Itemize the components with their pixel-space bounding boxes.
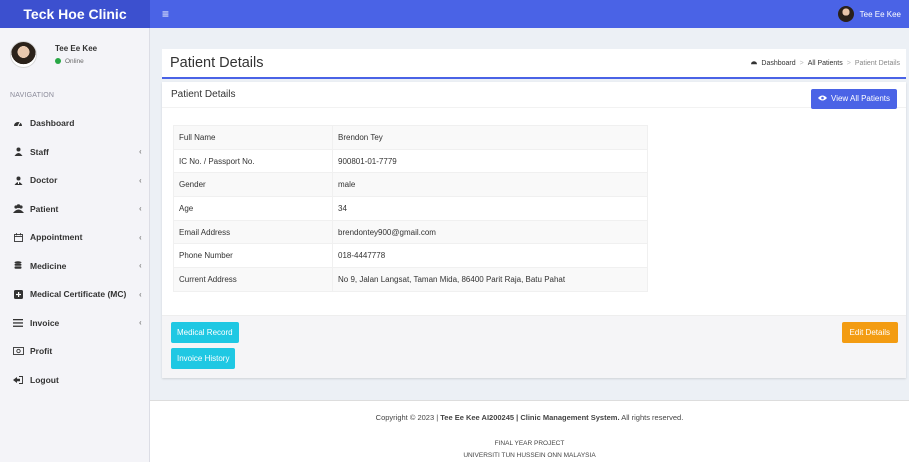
sidebar-item-label: Medicine xyxy=(30,260,67,271)
row-value: 018-4447778 xyxy=(332,243,648,269)
row-value: brendontey900@gmail.com xyxy=(332,219,648,245)
user-icon xyxy=(12,147,24,157)
brand-logo[interactable]: Teck Hoe Clinic xyxy=(0,0,150,28)
chevron-left-icon: ‹ xyxy=(139,204,142,214)
online-dot-icon xyxy=(55,58,61,64)
user-panel: Tee Ee Kee Online xyxy=(0,28,149,80)
page-title: Patient Details xyxy=(170,55,264,71)
table-row: Age 34 xyxy=(173,196,648,221)
page-footer: Copyright © 2023 | Tee Ee Kee AI200245 |… xyxy=(150,400,909,462)
sidebar-item-profit[interactable]: Profit xyxy=(0,337,149,366)
edit-details-button[interactable]: Edit Details xyxy=(841,322,898,343)
copyright-suffix: All rights reserved. xyxy=(619,413,684,422)
sidebar-item-medical-certificate[interactable]: Medical Certificate (MC) ‹ xyxy=(0,280,149,309)
dashboard-icon xyxy=(750,59,758,67)
row-label: Phone Number xyxy=(173,243,333,269)
table-row: Gender male xyxy=(173,172,648,198)
sidebar-item-label: Patient xyxy=(30,203,59,214)
status-text: Online xyxy=(65,57,84,65)
sidebar-item-dashboard[interactable]: Dashboard xyxy=(0,109,149,138)
row-label: Gender xyxy=(173,172,333,198)
sidebar-item-label: Staff xyxy=(30,146,49,157)
breadcrumb-separator: > xyxy=(799,59,804,67)
table-row: Current Address No 9, Jalan Langsat, Tama… xyxy=(173,267,648,292)
final-year-project-text: FINAL YEAR PROJECT xyxy=(494,440,565,447)
row-value: Brendon Tey xyxy=(332,125,648,150)
patient-details-table: Full Name Brendon Tey IC No. / Passport N… xyxy=(173,125,648,292)
breadcrumb-separator: > xyxy=(846,59,851,67)
breadcrumb-all-patients[interactable]: All Patients xyxy=(808,60,843,67)
sign-out-icon xyxy=(12,375,24,385)
breadcrumb-dashboard[interactable]: Dashboard xyxy=(761,60,795,67)
sidebar-item-doctor[interactable]: Doctor ‹ xyxy=(0,166,149,195)
box-title: Patient Details xyxy=(171,89,236,100)
box-header: Patient Details View All Patients xyxy=(162,82,906,109)
medical-record-button[interactable]: Medical Record xyxy=(171,322,239,343)
nav-header: NAVIGATION xyxy=(10,92,55,99)
table-row: IC No. / Passport No. 900801-01-7779 xyxy=(173,148,648,174)
sidebar-item-label: Medical Certificate (MC) xyxy=(30,289,127,300)
invoice-history-button[interactable]: Invoice History xyxy=(171,348,236,369)
sidebar-item-appointment[interactable]: Appointment ‹ xyxy=(0,223,149,252)
row-label: Email Address xyxy=(173,219,333,245)
breadcrumb-current: Patient Details xyxy=(854,59,900,67)
sidebar-item-invoice[interactable]: Invoice ‹ xyxy=(0,309,149,338)
breadcrumb: Dashboard > All Patients > Patient Detai… xyxy=(750,59,900,67)
row-label: IC No. / Passport No. xyxy=(173,148,333,174)
row-value: 34 xyxy=(332,196,648,221)
bars-icon[interactable]: ≡ xyxy=(162,7,169,21)
chevron-left-icon: ‹ xyxy=(139,232,142,242)
table-row: Email Address brendontey900@gmail.com xyxy=(173,219,648,245)
view-all-patients-label: View All Patients xyxy=(831,94,890,103)
table-row: Full Name Brendon Tey xyxy=(173,125,648,150)
calendar-icon xyxy=(12,232,24,242)
sidebar-item-label: Invoice xyxy=(30,317,60,328)
chevron-left-icon: ‹ xyxy=(139,318,142,328)
copyright-bold: Tee Ee Kee AI200245 | Clinic Management … xyxy=(440,413,620,422)
row-label: Age xyxy=(173,196,333,221)
sidebar-item-label: Doctor xyxy=(30,175,58,186)
avatar xyxy=(837,6,854,22)
plus-square-icon xyxy=(12,289,24,299)
sidebar-item-medicine[interactable]: Medicine ‹ xyxy=(0,252,149,281)
table-row: Phone Number 018-4447778 xyxy=(173,243,648,269)
view-all-patients-button[interactable]: View All Patients xyxy=(811,88,897,109)
copyright-text: Copyright © 2023 | Tee Ee Kee AI200245 |… xyxy=(150,413,909,422)
university-text: UNIVERSITI TUN HUSSEIN ONN MALAYSIA xyxy=(463,452,596,459)
chevron-left-icon: ‹ xyxy=(139,147,142,157)
sidebar-user-name: Tee Ee Kee xyxy=(55,43,98,53)
sidebar-item-logout[interactable]: Logout xyxy=(0,366,149,395)
top-navbar: ≡ Tee Ee Kee xyxy=(150,0,909,28)
sidebar-item-label: Profit xyxy=(30,346,53,357)
online-status: Online xyxy=(55,58,97,65)
patient-details-box: Patient Details View All Patients Full N… xyxy=(162,82,906,378)
database-icon xyxy=(12,261,24,271)
box-footer: Medical Record Invoice History Edit Deta… xyxy=(162,315,906,378)
chevron-left-icon: ‹ xyxy=(139,289,142,299)
list-icon xyxy=(12,318,24,328)
sidebar-item-label: Logout xyxy=(30,374,59,385)
sidebar-item-label: Appointment xyxy=(30,232,83,243)
user-md-icon xyxy=(12,175,24,185)
copyright-prefix: Copyright © 2023 | xyxy=(375,413,441,422)
content-header: Patient Details Dashboard > All Patients… xyxy=(162,49,906,79)
avatar xyxy=(10,40,37,68)
eye-icon xyxy=(818,94,827,103)
chevron-left-icon: ‹ xyxy=(139,261,142,271)
users-icon xyxy=(12,204,24,214)
row-value: No 9, Jalan Langsat, Taman Mida, 86400 P… xyxy=(332,267,648,292)
row-value: 900801-01-7779 xyxy=(332,148,648,174)
sidebar-item-patient[interactable]: Patient ‹ xyxy=(0,195,149,224)
sidebar: Tee Ee Kee Online NAVIGATION Dashboard S… xyxy=(0,28,150,462)
user-menu[interactable]: Tee Ee Kee xyxy=(837,6,901,22)
row-label: Current Address xyxy=(173,267,333,292)
sidebar-item-staff[interactable]: Staff ‹ xyxy=(0,138,149,167)
money-icon xyxy=(12,346,24,356)
sidebar-item-label: Dashboard xyxy=(30,118,75,129)
user-menu-name: Tee Ee Kee xyxy=(859,9,901,19)
row-value: male xyxy=(332,172,648,198)
row-label: Full Name xyxy=(173,125,333,150)
chevron-left-icon: ‹ xyxy=(139,175,142,185)
dashboard-icon xyxy=(12,118,24,128)
